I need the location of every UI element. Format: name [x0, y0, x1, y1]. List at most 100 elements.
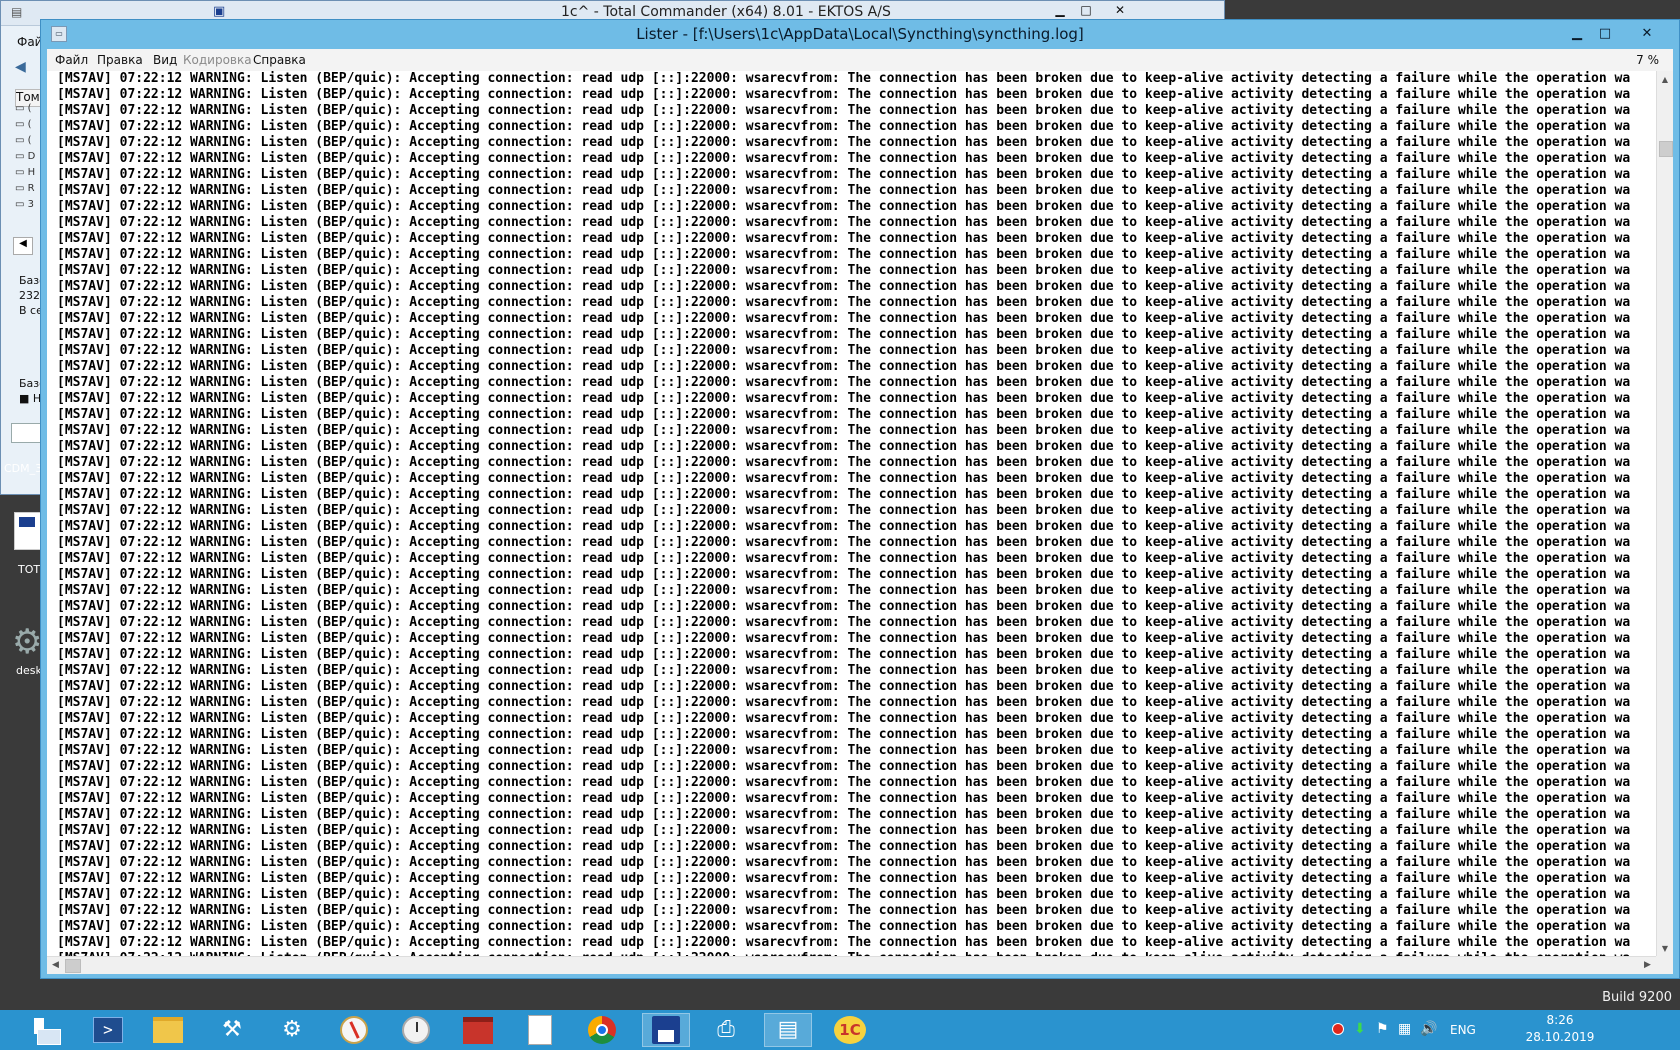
scroll-right-arrow-icon[interactable]: ▶ [1639, 957, 1656, 974]
taskbar-explorer[interactable] [144, 1013, 192, 1047]
lister-window[interactable]: ▭ Lister - [f:\Users\1c\AppData\Local\Sy… [40, 19, 1680, 979]
menu-view[interactable]: Вид [153, 53, 177, 67]
log-line[interactable]: [MS7AV] 07:22:12 WARNING: Listen (BEP/qu… [57, 567, 1647, 583]
clock-time[interactable]: 8:26 [1530, 1013, 1590, 1027]
log-line[interactable]: [MS7AV] 07:22:12 WARNING: Listen (BEP/qu… [57, 295, 1647, 311]
network-icon[interactable]: ▦ [1398, 1021, 1411, 1037]
lister-titlebar[interactable]: ▭ Lister - [f:\Users\1c\AppData\Local\Sy… [41, 20, 1679, 49]
log-line[interactable]: [MS7AV] 07:22:12 WARNING: Listen (BEP/qu… [57, 119, 1647, 135]
log-line[interactable]: [MS7AV] 07:22:12 WARNING: Listen (BEP/qu… [57, 503, 1647, 519]
log-line[interactable]: [MS7AV] 07:22:12 WARNING: Listen (BEP/qu… [57, 87, 1647, 103]
lister-maximize-button[interactable]: □ [1591, 23, 1619, 45]
taskbar-total-commander[interactable] [642, 1013, 690, 1047]
log-line[interactable]: [MS7AV] 07:22:12 WARNING: Listen (BEP/qu… [57, 839, 1647, 855]
log-line[interactable]: [MS7AV] 07:22:12 WARNING: Listen (BEP/qu… [57, 103, 1647, 119]
log-line[interactable]: [MS7AV] 07:22:12 WARNING: Listen (BEP/qu… [57, 695, 1647, 711]
log-line[interactable]: [MS7AV] 07:22:12 WARNING: Listen (BEP/qu… [57, 631, 1647, 647]
log-line[interactable]: [MS7AV] 07:22:12 WARNING: Listen (BEP/qu… [57, 151, 1647, 167]
log-line[interactable]: [MS7AV] 07:22:12 WARNING: Listen (BEP/qu… [57, 711, 1647, 727]
log-line[interactable]: [MS7AV] 07:22:12 WARNING: Listen (BEP/qu… [57, 775, 1647, 791]
log-line[interactable]: [MS7AV] 07:22:12 WARNING: Listen (BEP/qu… [57, 183, 1647, 199]
log-line[interactable]: [MS7AV] 07:22:12 WARNING: Listen (BEP/qu… [57, 327, 1647, 343]
log-line[interactable]: [MS7AV] 07:22:12 WARNING: Listen (BEP/qu… [57, 519, 1647, 535]
taskbar-compass-app[interactable] [330, 1013, 378, 1047]
vertical-scrollbar[interactable]: ▲ ▼ [1656, 71, 1673, 957]
menu-encoding[interactable]: Кодировка [183, 53, 252, 67]
log-line[interactable]: [MS7AV] 07:22:12 WARNING: Listen (BEP/qu… [57, 903, 1647, 919]
menu-file[interactable]: Файл [55, 53, 88, 67]
language-indicator[interactable]: ENG [1450, 1023, 1476, 1037]
log-text-area[interactable]: [MS7AV] 07:22:12 WARNING: Listen (BEP/qu… [57, 71, 1647, 957]
menu-edit[interactable]: Правка [97, 53, 143, 67]
log-line[interactable]: [MS7AV] 07:22:12 WARNING: Listen (BEP/qu… [57, 439, 1647, 455]
taskbar-1c[interactable]: 1C [826, 1013, 874, 1047]
log-line[interactable]: [MS7AV] 07:22:12 WARNING: Listen (BEP/qu… [57, 247, 1647, 263]
log-line[interactable]: [MS7AV] 07:22:12 WARNING: Listen (BEP/qu… [57, 423, 1647, 439]
green-arrow-icon[interactable]: ⬇ [1354, 1021, 1366, 1037]
desktop-gear-icon[interactable]: ⚙ [12, 622, 42, 662]
log-line[interactable]: [MS7AV] 07:22:12 WARNING: Listen (BEP/qu… [57, 71, 1647, 87]
log-line[interactable]: [MS7AV] 07:22:12 WARNING: Listen (BEP/qu… [57, 455, 1647, 471]
tc-maximize-button[interactable]: □ [1075, 3, 1097, 19]
log-line[interactable]: [MS7AV] 07:22:12 WARNING: Listen (BEP/qu… [57, 615, 1647, 631]
flag-icon[interactable]: ⚑ [1376, 1021, 1389, 1037]
log-line[interactable]: [MS7AV] 07:22:12 WARNING: Listen (BEP/qu… [57, 935, 1647, 951]
log-line[interactable]: [MS7AV] 07:22:12 WARNING: Listen (BEP/qu… [57, 535, 1647, 551]
taskbar-powershell[interactable]: > [84, 1013, 132, 1047]
log-line[interactable]: [MS7AV] 07:22:12 WARNING: Listen (BEP/qu… [57, 663, 1647, 679]
tc-back-arrow-icon[interactable]: ◀ [15, 59, 26, 75]
start-button[interactable] [22, 1013, 70, 1047]
log-line[interactable]: [MS7AV] 07:22:12 WARNING: Listen (BEP/qu… [57, 167, 1647, 183]
log-line[interactable]: [MS7AV] 07:22:12 WARNING: Listen (BEP/qu… [57, 199, 1647, 215]
log-line[interactable]: [MS7AV] 07:22:12 WARNING: Listen (BEP/qu… [57, 583, 1647, 599]
clock-date[interactable]: 28.10.2019 [1520, 1030, 1600, 1044]
tc-menu-fragment[interactable]: Фай [17, 35, 42, 49]
log-line[interactable]: [MS7AV] 07:22:12 WARNING: Listen (BEP/qu… [57, 375, 1647, 391]
taskbar-document[interactable] [516, 1013, 564, 1047]
log-line[interactable]: [MS7AV] 07:22:12 WARNING: Listen (BEP/qu… [57, 487, 1647, 503]
log-line[interactable]: [MS7AV] 07:22:12 WARNING: Listen (BEP/qu… [57, 263, 1647, 279]
menu-help[interactable]: Справка [253, 53, 306, 67]
vertical-scroll-thumb[interactable] [1659, 141, 1673, 157]
desktop-icon-label-tot[interactable]: TOT [18, 563, 40, 576]
taskbar-toolbox[interactable] [454, 1013, 502, 1047]
scroll-up-arrow-icon[interactable]: ▲ [1657, 71, 1673, 88]
volume-icon[interactable]: 🔊 [1420, 1021, 1437, 1037]
scroll-left-arrow-icon[interactable]: ◀ [47, 957, 64, 974]
tc-drive-row[interactable]: ▭ H [15, 167, 41, 179]
lister-minimize-button[interactable]: ▁ [1563, 23, 1591, 45]
horizontal-scrollbar[interactable]: ◀ ▶ [47, 956, 1656, 974]
tc-drive-row[interactable]: ▭ ( [15, 103, 41, 115]
lister-close-button[interactable]: ✕ [1633, 23, 1661, 45]
log-line[interactable]: [MS7AV] 07:22:12 WARNING: Listen (BEP/qu… [57, 391, 1647, 407]
log-viewer[interactable]: [MS7AV] 07:22:12 WARNING: Listen (BEP/qu… [47, 71, 1657, 957]
log-line[interactable]: [MS7AV] 07:22:12 WARNING: Listen (BEP/qu… [57, 807, 1647, 823]
log-line[interactable]: [MS7AV] 07:22:12 WARNING: Listen (BEP/qu… [57, 919, 1647, 935]
taskbar-chrome[interactable] [578, 1013, 626, 1047]
tc-drive-row[interactable]: ▭ R [15, 183, 41, 195]
horizontal-scroll-thumb[interactable] [65, 959, 81, 973]
log-line[interactable]: [MS7AV] 07:22:12 WARNING: Listen (BEP/qu… [57, 679, 1647, 695]
taskbar-tools[interactable]: ⚒ [208, 1013, 256, 1047]
log-line[interactable]: [MS7AV] 07:22:12 WARNING: Listen (BEP/qu… [57, 551, 1647, 567]
log-line[interactable]: [MS7AV] 07:22:12 WARNING: Listen (BEP/qu… [57, 343, 1647, 359]
tc-command-input[interactable] [11, 423, 43, 443]
log-line[interactable]: [MS7AV] 07:22:12 WARNING: Listen (BEP/qu… [57, 407, 1647, 423]
log-line[interactable]: [MS7AV] 07:22:12 WARNING: Listen (BEP/qu… [57, 471, 1647, 487]
desktop-icon-label-desk[interactable]: desk [16, 664, 42, 677]
log-line[interactable]: [MS7AV] 07:22:12 WARNING: Listen (BEP/qu… [57, 135, 1647, 151]
log-line[interactable]: [MS7AV] 07:22:12 WARNING: Listen (BEP/qu… [57, 823, 1647, 839]
tc-save-icon[interactable]: ▣ [213, 4, 225, 19]
taskbar-lister[interactable]: ▤ [764, 1013, 812, 1047]
log-line[interactable]: [MS7AV] 07:22:12 WARNING: Listen (BEP/qu… [57, 855, 1647, 871]
resize-grip[interactable] [1656, 956, 1673, 974]
log-line[interactable]: [MS7AV] 07:22:12 WARNING: Listen (BEP/qu… [57, 887, 1647, 903]
scroll-down-arrow-icon[interactable]: ▼ [1657, 940, 1673, 957]
log-line[interactable]: [MS7AV] 07:22:12 WARNING: Listen (BEP/qu… [57, 871, 1647, 887]
log-line[interactable]: [MS7AV] 07:22:12 WARNING: Listen (BEP/qu… [57, 279, 1647, 295]
taskbar-settings[interactable]: ⚙ [268, 1013, 316, 1047]
log-line[interactable]: [MS7AV] 07:22:12 WARNING: Listen (BEP/qu… [57, 727, 1647, 743]
tc-close-button[interactable]: ✕ [1109, 3, 1131, 19]
log-line[interactable]: [MS7AV] 07:22:12 WARNING: Listen (BEP/qu… [57, 647, 1647, 663]
tc-drive-row[interactable]: ▭ ( [15, 119, 41, 131]
